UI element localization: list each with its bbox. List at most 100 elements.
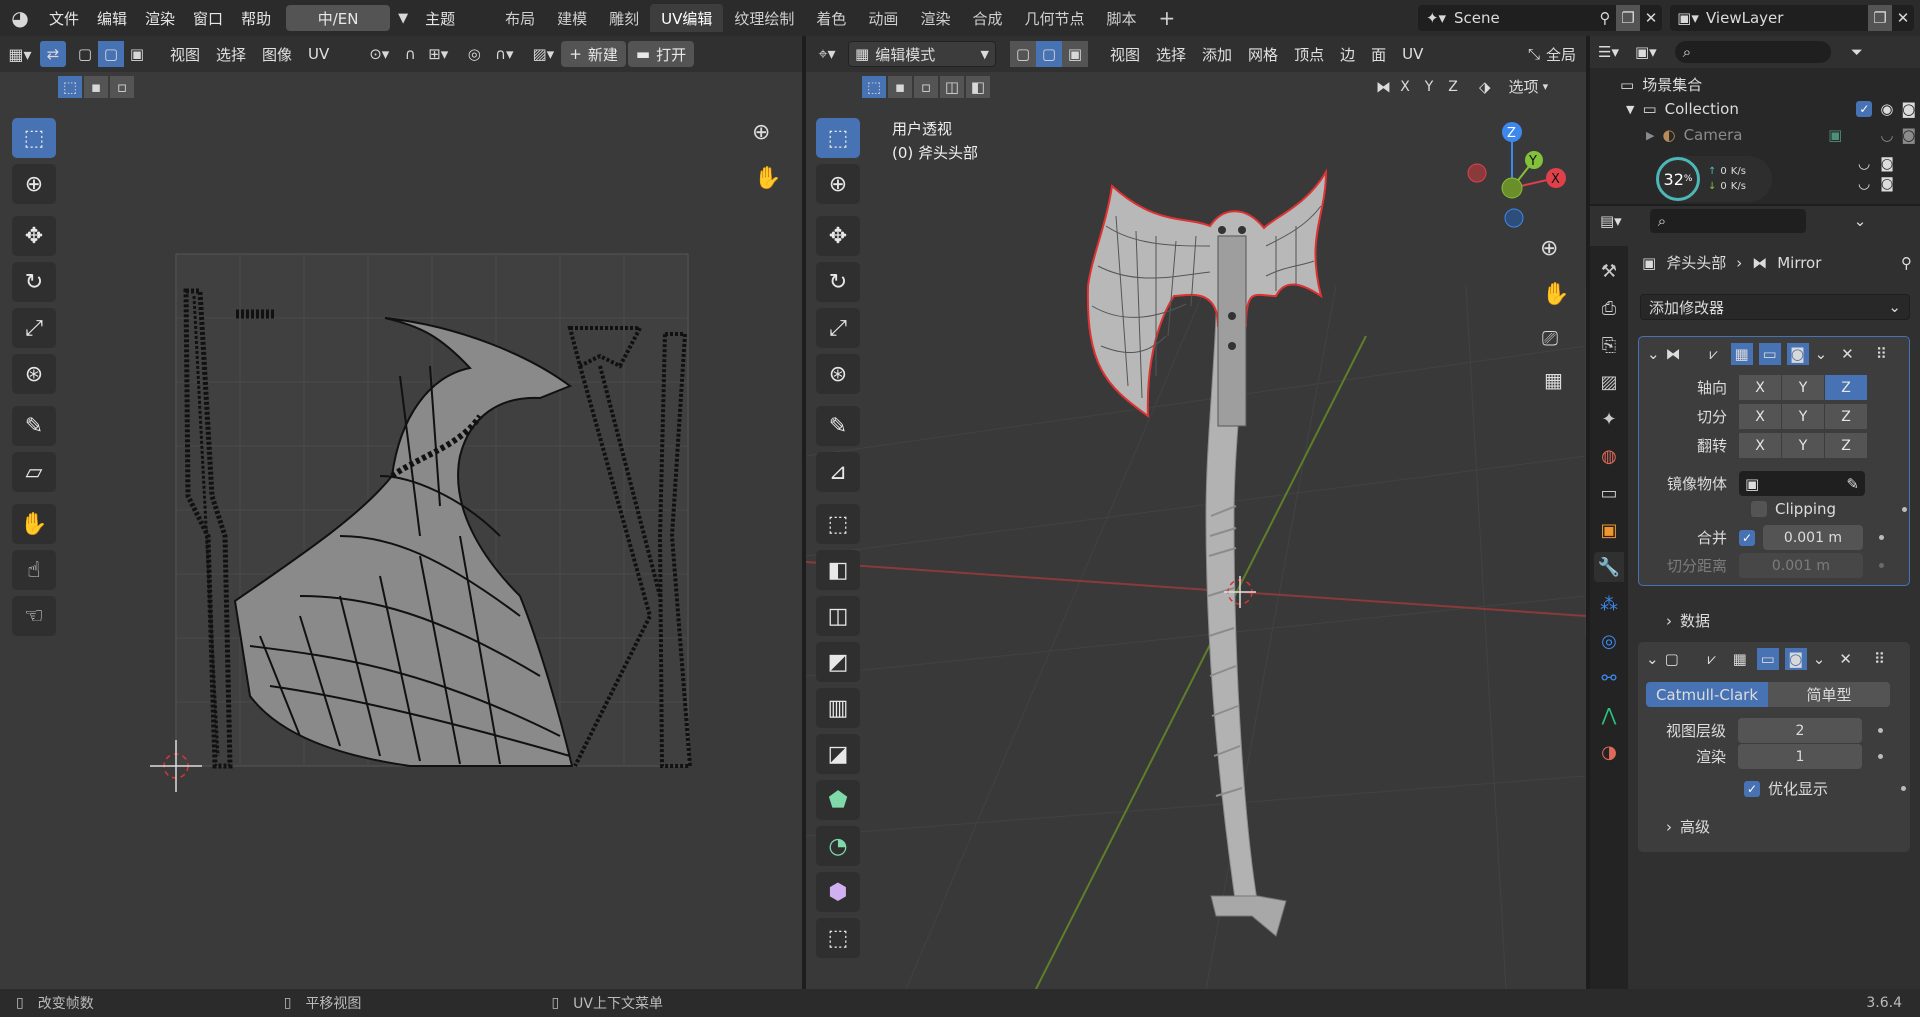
- object-tab-icon[interactable]: ▣: [1594, 515, 1624, 545]
- chevron-down-icon[interactable]: ⌄: [1813, 650, 1826, 668]
- realtime-toggle-icon[interactable]: ▭: [1758, 343, 1781, 365]
- constraints-tab-icon[interactable]: ⚯: [1594, 663, 1624, 693]
- copy-view-layer-icon[interactable]: ❐: [1868, 5, 1892, 31]
- viewport-levels-field[interactable]: 2: [1738, 718, 1862, 743]
- tab-sculpting[interactable]: 雕刻: [598, 4, 650, 32]
- data-tab-icon[interactable]: ⋀: [1594, 700, 1624, 730]
- expand-arrow-icon[interactable]: ▼: [1626, 103, 1634, 116]
- zoom-icon[interactable]: ⊕: [1540, 236, 1558, 261]
- outliner-search-input[interactable]: ⌕: [1674, 41, 1831, 63]
- camera-render-icon[interactable]: ◙: [1901, 100, 1916, 118]
- pin-icon[interactable]: ⚲: [1594, 9, 1616, 27]
- pin-icon[interactable]: ⚲: [1901, 254, 1912, 272]
- view-layer-name[interactable]: ViewLayer: [1706, 9, 1868, 27]
- collapse-arrow-icon[interactable]: ⌄: [1646, 650, 1659, 668]
- scene-name[interactable]: Scene: [1454, 9, 1594, 27]
- tab-geometry-nodes[interactable]: 几何节点: [1013, 4, 1095, 32]
- smooth-tool-icon[interactable]: ⬢: [816, 872, 860, 912]
- bisect-x-toggle[interactable]: X: [1739, 404, 1781, 429]
- render-levels-field[interactable]: 1: [1738, 744, 1862, 769]
- extrude-tool-icon[interactable]: ◧: [816, 550, 860, 590]
- scene-icon[interactable]: ✦▾: [1418, 9, 1454, 27]
- measure-tool-icon[interactable]: ⊿: [816, 452, 860, 492]
- spin-tool-icon[interactable]: ◔: [816, 826, 860, 866]
- edit-mode-toggle-icon[interactable]: ⩗: [1703, 343, 1725, 365]
- merge-checkbox[interactable]: ✓: [1739, 529, 1755, 546]
- keyframe-dot-icon[interactable]: [1879, 535, 1884, 540]
- output-tab-icon[interactable]: ⎘: [1594, 330, 1624, 360]
- render-tab-icon[interactable]: ⎙: [1594, 293, 1624, 323]
- menu-file[interactable]: 文件: [40, 5, 88, 31]
- tab-shading[interactable]: 着色: [805, 4, 857, 32]
- modifier-tab-icon[interactable]: 🔧: [1594, 552, 1624, 582]
- scene-tab-icon[interactable]: ✦: [1594, 404, 1624, 434]
- drag-handle-icon[interactable]: ⠿: [1874, 650, 1885, 668]
- editor-type-icon[interactable]: ☰▾: [1598, 43, 1619, 61]
- theme-menu[interactable]: 主题: [416, 5, 464, 31]
- camera-render-icon[interactable]: ◙: [1880, 156, 1894, 172]
- tab-scripting[interactable]: 脚本: [1095, 4, 1147, 32]
- data-subpanel[interactable]: › 数据: [1666, 610, 1710, 631]
- poly-build-tool-icon[interactable]: ⬟: [816, 780, 860, 820]
- tab-modeling[interactable]: 建模: [546, 4, 598, 32]
- move-tool-icon[interactable]: ✥: [816, 216, 860, 256]
- edit-mode-toggle-icon[interactable]: ⩗: [1701, 648, 1723, 670]
- physics-tab-icon[interactable]: ◎: [1594, 626, 1624, 656]
- flip-y-toggle[interactable]: Y: [1782, 433, 1824, 458]
- tab-layout[interactable]: 布局: [494, 4, 546, 32]
- eyedropper-icon[interactable]: ✎: [1846, 475, 1859, 493]
- close-icon[interactable]: ✕: [1892, 9, 1914, 27]
- render-toggle-icon[interactable]: ◙: [1786, 343, 1809, 365]
- render-toggle-icon[interactable]: ◙: [1784, 648, 1807, 670]
- shear-tool-icon[interactable]: ⬚: [816, 918, 860, 958]
- add-workspace-button[interactable]: +: [1148, 4, 1187, 32]
- camera-render-icon[interactable]: ◙: [1880, 176, 1894, 192]
- world-tab-icon[interactable]: ◍: [1594, 441, 1624, 471]
- bevel-tool-icon[interactable]: ◩: [816, 642, 860, 682]
- close-icon[interactable]: ✕: [1640, 9, 1662, 27]
- advanced-subpanel[interactable]: › 高级: [1666, 816, 1710, 837]
- axis-z-toggle[interactable]: Z: [1825, 375, 1867, 400]
- view-layer-tab-icon[interactable]: ▨: [1594, 367, 1624, 397]
- close-icon[interactable]: ✕: [1839, 650, 1852, 668]
- uv-canvas[interactable]: [0, 36, 802, 989]
- material-tab-icon[interactable]: ◑: [1594, 737, 1624, 767]
- chevron-down-icon[interactable]: ⌄: [1854, 212, 1867, 230]
- collapse-arrow-icon[interactable]: ⌄: [1647, 345, 1660, 363]
- menu-render[interactable]: 渲染: [136, 5, 184, 31]
- on-cage-toggle-icon[interactable]: ▦: [1729, 648, 1751, 670]
- keyframe-dot-icon[interactable]: [1878, 754, 1883, 759]
- cursor-tool-icon[interactable]: ⊕: [816, 164, 860, 204]
- dropdown-arrow-icon[interactable]: ▼: [390, 11, 416, 26]
- transform-tool-icon[interactable]: ⊛: [816, 354, 860, 394]
- catmull-clark-button[interactable]: Catmull-Clark: [1646, 682, 1768, 707]
- menu-window[interactable]: 窗口: [184, 5, 232, 31]
- copy-scene-icon[interactable]: ❐: [1616, 5, 1640, 31]
- tab-rendering[interactable]: 渲染: [909, 4, 961, 32]
- realtime-toggle-icon[interactable]: ▭: [1756, 648, 1779, 670]
- particles-tab-icon[interactable]: ⁂: [1594, 589, 1624, 619]
- bisect-distance-field[interactable]: 0.001 m: [1739, 553, 1863, 578]
- camera-row[interactable]: ▶ ◐ Camera ▣ ◡ ◙: [1646, 126, 1916, 144]
- expand-arrow-icon[interactable]: ▶: [1646, 129, 1654, 142]
- inset-tool-icon[interactable]: ◫: [816, 596, 860, 636]
- tool-tab-icon[interactable]: ⚒: [1594, 256, 1624, 286]
- keyframe-dot-icon[interactable]: [1878, 728, 1883, 733]
- camera-render-icon[interactable]: ◙: [1901, 126, 1916, 144]
- tab-uv-editing[interactable]: UV编辑: [650, 4, 724, 32]
- keyframe-dot-icon[interactable]: [1879, 563, 1884, 568]
- simple-button[interactable]: 简单型: [1768, 682, 1890, 707]
- view-layer-icon[interactable]: ▣▾: [1670, 9, 1706, 27]
- blender-logo-icon[interactable]: ◕: [0, 0, 40, 36]
- filter-icon[interactable]: ⏷: [1851, 43, 1863, 61]
- tab-texture-paint[interactable]: 纹理绘制: [723, 4, 805, 32]
- add-modifier-button[interactable]: 添加修改器 ⌄: [1640, 294, 1910, 320]
- properties-search-input[interactable]: ⌕: [1649, 209, 1806, 233]
- eye-icon[interactable]: ◉: [1880, 100, 1893, 118]
- navigation-gizmo[interactable]: Z Y X: [1456, 118, 1566, 238]
- language-toggle-button[interactable]: 中/EN: [286, 5, 391, 31]
- mirror-object-field[interactable]: ▣ ✎: [1739, 471, 1865, 496]
- editor-type-icon[interactable]: ▤▾: [1600, 212, 1622, 230]
- select-box-tool-icon[interactable]: ⬚: [816, 118, 860, 158]
- eye-closed-icon[interactable]: ◡: [1858, 156, 1870, 172]
